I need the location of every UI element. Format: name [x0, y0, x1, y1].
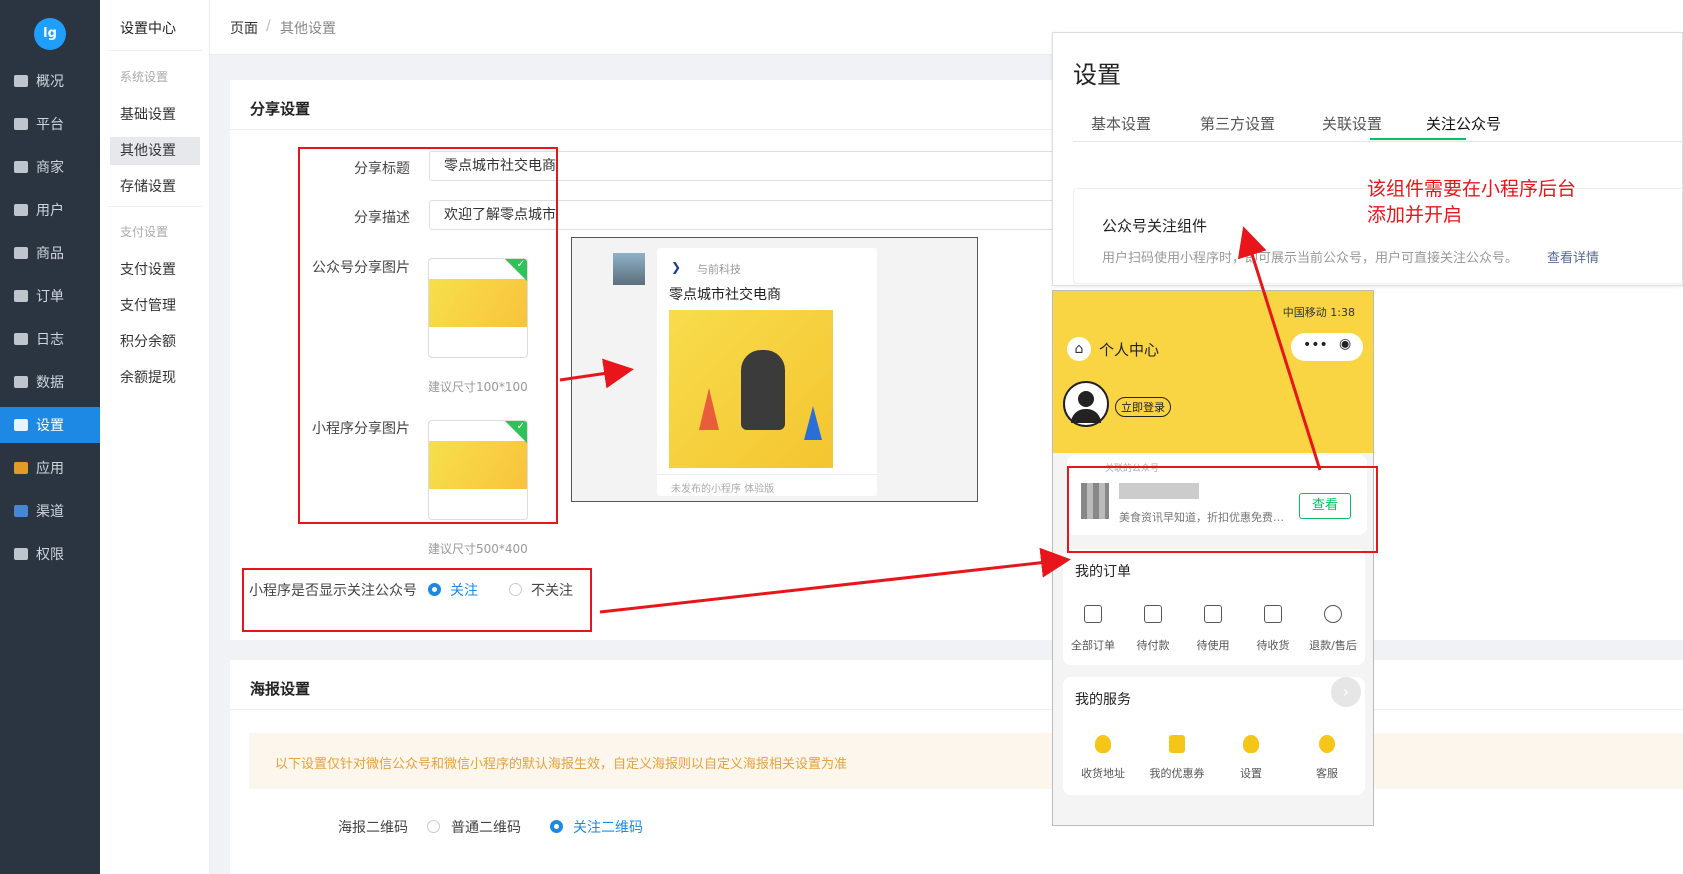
annotation-arrows	[559, 226, 1322, 614]
arrow-to-component	[1237, 226, 1322, 471]
arrow-to-preview	[559, 358, 634, 389]
app-root: lg 概况 平台 商家 用户 商品 订单 日志 数据 设置 应用 渠道 权限 设…	[0, 0, 1683, 874]
arrow-to-phone	[599, 547, 1071, 614]
